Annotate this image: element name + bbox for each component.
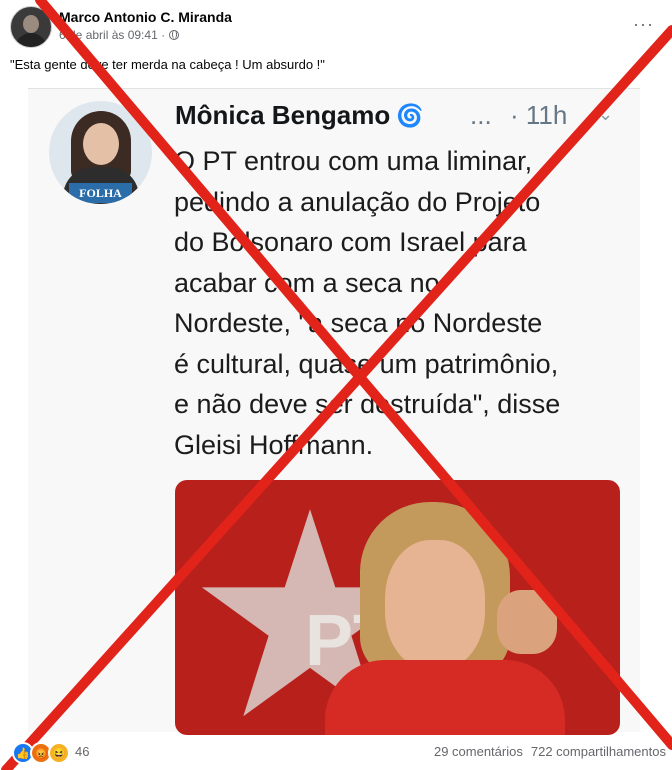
post-meta: 6 de abril às 09:41 · <box>59 28 180 42</box>
tweet-text: O PT entrou com uma liminar, pedindo a a… <box>174 146 561 460</box>
tweet-photo: PT <box>175 480 620 735</box>
tweet-time: · 11h <box>510 100 568 130</box>
post-date[interactable]: 6 de abril às 09:41 · <box>59 28 165 42</box>
folha-badge: FOLHA <box>69 183 132 203</box>
post-caption: "Esta gente deve ter merda na cabeça ! U… <box>10 57 325 72</box>
tweet-ellipsis: ... <box>470 100 492 130</box>
tweet-avatar: FOLHA <box>49 101 152 204</box>
haha-reaction-icon: 😆 <box>48 742 70 764</box>
author-name[interactable]: Marco Antonio C. Miranda <box>59 9 232 25</box>
globe-icon <box>169 30 180 40</box>
more-options-icon[interactable]: ··· <box>633 14 654 35</box>
reaction-count[interactable]: 46 <box>75 744 89 759</box>
post-stats: 29 comentários 722 compartilhamentos <box>434 744 666 759</box>
author-avatar[interactable] <box>10 6 52 48</box>
facebook-post: Marco Antonio C. Miranda 6 de abril às 0… <box>0 0 672 770</box>
shares-count[interactable]: 722 compartilhamentos <box>531 744 666 759</box>
reactions[interactable]: 👍 😡 😆 <box>12 742 70 764</box>
comments-count[interactable]: 29 comentários <box>434 744 523 759</box>
chevron-down-icon: ⌄ <box>598 104 614 124</box>
tweet-author-name: Mônica Bengamo 🌀 <box>175 100 424 130</box>
swirl-icon: 🌀 <box>396 102 424 128</box>
post-footer: 👍 😡 😆 46 29 comentários 722 compartilham… <box>0 736 672 766</box>
